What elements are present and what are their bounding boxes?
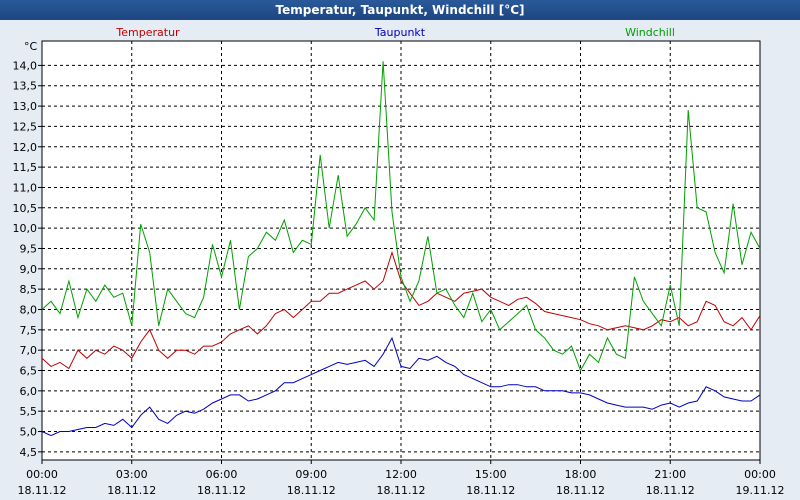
y-tick-label: 10,5: [13, 202, 38, 215]
y-tick-label: 14,0: [13, 59, 38, 72]
y-tick-label: 8,0: [20, 303, 38, 316]
x-tick-time: 18:00: [565, 468, 597, 481]
legend-temperatur: Temperatur: [115, 26, 180, 39]
x-tick-time: 03:00: [116, 468, 148, 481]
y-tick-label: 5,0: [20, 426, 38, 439]
y-axis: °C 4,5 5,0 5,5 6,0 6,5 7,0 7,5 8,0 8,5 9,0 9,5 10,0 1…: [13, 40, 42, 459]
legend-taupunkt: Taupunkt: [374, 26, 426, 39]
x-tick-time: 21:00: [654, 468, 686, 481]
y-tick-label: 11,5: [13, 161, 38, 174]
x-tick-date: 18.11.12: [646, 484, 695, 497]
y-tick-label: 7,0: [20, 344, 38, 357]
x-tick-time: 12:00: [385, 468, 417, 481]
y-tick-label: 10,0: [13, 222, 38, 235]
x-tick-date: 19.11.12: [736, 484, 785, 497]
x-tick-date: 18.11.12: [287, 484, 336, 497]
x-tick-date: 18.11.12: [107, 484, 156, 497]
x-tick-time: 09:00: [295, 468, 327, 481]
legend: Temperatur Taupunkt Windchill: [115, 26, 675, 39]
y-tick-label: 11,0: [13, 181, 38, 194]
y-tick-label: 7,5: [20, 324, 38, 337]
x-tick-time: 15:00: [475, 468, 507, 481]
x-tick-date: 18.11.12: [556, 484, 605, 497]
x-tick-date: 18.11.12: [18, 484, 67, 497]
y-tick-label: 8,5: [20, 283, 38, 296]
x-tick-date: 18.11.12: [377, 484, 426, 497]
legend-windchill: Windchill: [625, 26, 675, 39]
y-tick-label: 13,0: [13, 100, 38, 113]
y-tick-label: 12,5: [13, 120, 38, 133]
x-tick-date: 18.11.12: [197, 484, 246, 497]
x-tick-date: 18.11.12: [466, 484, 515, 497]
line-chart: °C 4,5 5,0 5,5 6,0 6,5 7,0 7,5 8,0 8,5 9,0 9,5 10,0 1…: [13, 26, 785, 497]
y-tick-label: 9,0: [20, 263, 38, 276]
x-tick-time: 00:00: [744, 468, 776, 481]
x-axis: 00:00 18.11.12 03:00 18.11.12 06:00 18.11.12 0…: [18, 460, 785, 497]
y-tick-label: 6,0: [20, 385, 38, 398]
y-axis-unit: °C: [24, 40, 38, 53]
y-tick-label: 6,5: [20, 365, 38, 378]
y-tick-label: 5,5: [20, 405, 38, 418]
x-tick-time: 06:00: [206, 468, 238, 481]
y-tick-label: 13,5: [13, 80, 38, 93]
x-tick-time: 00:00: [26, 468, 58, 481]
y-tick-label: 9,5: [20, 242, 38, 255]
y-tick-label: 12,0: [13, 141, 38, 154]
chart-window: Temperatur, Taupunkt, Windchill [°C] °C 4…: [0, 0, 800, 500]
y-tick-label: 4,5: [20, 446, 38, 459]
